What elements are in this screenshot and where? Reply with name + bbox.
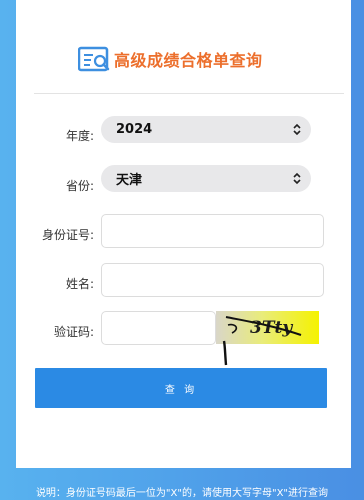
divider	[34, 93, 344, 94]
id-number-input[interactable]	[101, 214, 324, 248]
province-select-value: 天津	[116, 173, 143, 188]
captcha-image[interactable]: 3Tty	[216, 311, 319, 366]
select-arrows-icon	[293, 172, 301, 185]
captcha-label: 验证码:	[53, 325, 94, 339]
header: 高级成绩合格单查询	[77, 44, 263, 74]
id-number-label: 身份证号:	[41, 228, 94, 242]
query-button[interactable]: 查 询	[35, 368, 327, 408]
select-arrows-icon	[293, 123, 301, 136]
year-select[interactable]: 2024	[101, 116, 311, 143]
province-label: 省份:	[65, 179, 94, 193]
document-search-icon	[77, 45, 114, 73]
province-select[interactable]: 天津	[101, 165, 311, 192]
captcha-input[interactable]	[101, 311, 216, 345]
instruction-note: 说明：身份证号码最后一位为"X"的，请使用大写字母"X"进行查询	[35, 488, 329, 499]
name-input[interactable]	[101, 263, 324, 297]
query-card: 高级成绩合格单查询 年度: 2024 省份: 天津 身份证号: 姓名: 验证码:	[16, 0, 351, 468]
page-title: 高级成绩合格单查询	[114, 51, 263, 70]
captcha-text: 3Tty	[250, 318, 293, 338]
year-select-value: 2024	[116, 122, 153, 137]
year-label: 年度:	[65, 129, 94, 143]
name-label: 姓名:	[65, 277, 94, 291]
